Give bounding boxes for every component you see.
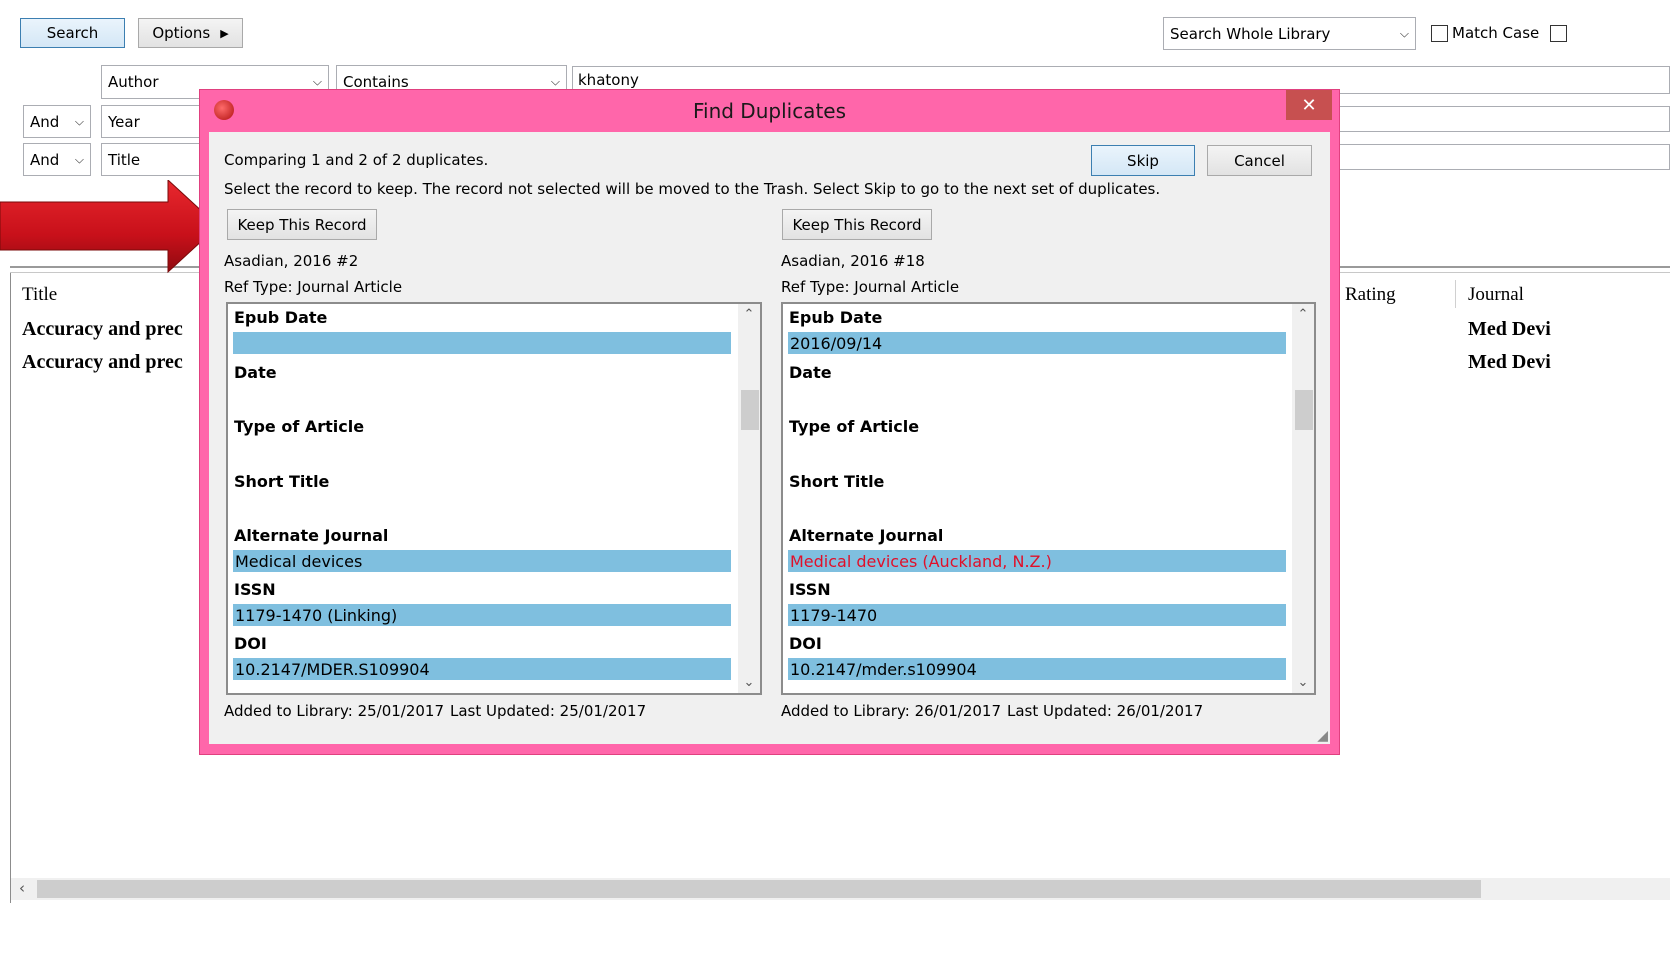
column-header-title[interactable]: Title [22,284,57,306]
column-divider [1455,280,1456,308]
connector-row2-value: And [30,112,60,131]
field-value-alternate-journal: Medical devices [233,550,731,572]
skip-button[interactable]: Skip [1091,145,1195,176]
cancel-button[interactable]: Cancel [1207,145,1312,176]
field-value-doi: 10.2147/mder.s109904 [788,658,1286,680]
chevron-down-icon: ⌵ [74,152,84,166]
options-button[interactable]: Options ▶ [138,18,243,48]
cancel-button-label: Cancel [1234,151,1285,170]
row-title: Accuracy and prec [22,351,183,373]
horizontal-scrollbar[interactable]: ‹ [11,878,1670,900]
field-label-alternate-journal: Alternate Journal [234,526,389,545]
scroll-left-icon[interactable]: ‹ [19,879,25,897]
close-icon[interactable]: ✕ [1286,90,1332,120]
triangle-right-icon: ▶ [220,26,229,40]
field-label-short-title: Short Title [789,472,885,491]
field-select-row2-value: Year [108,112,140,131]
resize-grip-icon[interactable]: ◢ [1317,728,1328,744]
search-value-row1-text: khatony [578,71,639,89]
scroll-up-icon[interactable]: ⌃ [738,307,760,322]
column-header-rating[interactable]: Rating [1345,284,1396,306]
connector-select-row2[interactable]: And ⌵ [23,105,91,138]
field-label-epub-date: Epub Date [234,308,328,327]
search-scope-select[interactable]: Search Whole Library ⌵ [1163,17,1416,50]
dialog-body: Comparing 1 and 2 of 2 duplicates. Selec… [209,132,1330,744]
field-label-alternate-journal: Alternate Journal [789,526,944,545]
field-select-row1-value: Author [108,73,159,91]
scroll-up-icon[interactable]: ⌃ [1292,307,1314,322]
search-button-label: Search [46,24,99,42]
table-row-journal[interactable]: Med Devi [1468,318,1670,341]
field-label-issn: ISSN [789,580,831,599]
keep-right-record-button[interactable]: Keep This Record [782,209,932,240]
table-row-journal[interactable]: Med Devi [1468,351,1670,374]
right-added-date: Added to Library: 26/01/2017 [781,702,1002,720]
field-label-short-title: Short Title [234,472,330,491]
field-label-issn: ISSN [234,580,276,599]
skip-button-label: Skip [1127,151,1159,170]
field-value-issn: 1179-1470 (Linking) [233,604,731,626]
connector-select-row3[interactable]: And ⌵ [23,143,91,176]
field-label-doi: DOI [234,634,267,653]
instruction-text: Select the record to keep. The record no… [224,180,1161,198]
dialog-title: Find Duplicates [692,99,847,123]
field-value-issn: 1179-1470 [788,604,1286,626]
scroll-down-icon[interactable]: ⌄ [738,675,760,690]
table-row[interactable]: Accuracy and prec [22,318,202,341]
left-scrollbar-thumb[interactable] [741,390,759,430]
left-record-pane[interactable]: Epub Date Date Type of Article Short Tit… [226,302,762,695]
comparing-text: Comparing 1 and 2 of 2 duplicates. [224,151,489,169]
right-record-pane[interactable]: Epub Date 2016/09/14 Date Type of Articl… [781,302,1316,695]
field-value-alternate-journal: Medical devices (Auckland, N.Z.) [788,550,1286,572]
field-label-doi: DOI [789,634,822,653]
right-vertical-scrollbar[interactable]: ⌃ ⌄ [1292,304,1314,693]
field-value-epub-date: 2016/09/14 [788,332,1286,354]
field-label-date: Date [789,363,832,382]
list-left-border [10,273,11,903]
field-value-epub-date [233,332,731,354]
chevron-down-icon: ⌵ [1399,26,1409,40]
options-button-label: Options [152,24,211,42]
scroll-down-icon[interactable]: ⌄ [1292,675,1314,690]
column-header-journal[interactable]: Journal [1468,284,1524,306]
find-duplicates-dialog: Find Duplicates ✕ Comparing 1 and 2 of 2… [199,89,1340,755]
chevron-down-icon: ⌵ [550,74,560,89]
search-value-row2[interactable] [1335,106,1670,132]
field-label-epub-date: Epub Date [789,308,883,327]
field-label-type-of-article: Type of Article [789,417,920,436]
keep-left-record-button[interactable]: Keep This Record [227,209,377,240]
chevron-down-icon: ⌵ [74,114,84,128]
red-arrow-icon [0,180,219,274]
keep-right-label: Keep This Record [792,215,922,234]
field-value-doi: 10.2147/MDER.S109904 [233,658,731,680]
right-ref-label: Asadian, 2016 #18 [781,252,925,270]
right-scrollbar-thumb[interactable] [1295,390,1313,430]
left-ref-label: Asadian, 2016 #2 [224,252,359,270]
left-vertical-scrollbar[interactable]: ⌃ ⌄ [738,304,760,693]
row-journal: Med Devi [1468,351,1551,373]
field-label-type-of-article: Type of Article [234,417,365,436]
row-journal: Med Devi [1468,318,1551,340]
row-title: Accuracy and prec [22,318,183,340]
search-value-row3[interactable] [1335,144,1670,170]
keep-left-label: Keep This Record [237,215,367,234]
match-case-label: Match Case [1452,24,1540,42]
right-updated-date: Last Updated: 26/01/2017 [1007,702,1204,720]
extra-checkbox[interactable] [1550,25,1567,42]
table-row[interactable]: Accuracy and prec [22,351,202,374]
field-select-row3-value: Title [108,150,141,169]
scrollbar-thumb[interactable] [37,880,1481,898]
connector-row3-value: And [30,150,60,169]
right-ref-type: Ref Type: Journal Article [781,278,960,296]
search-button[interactable]: Search [20,18,125,48]
chevron-down-icon: ⌵ [312,74,322,89]
search-scope-value: Search Whole Library [1170,24,1331,43]
left-added-date: Added to Library: 25/01/2017 [224,702,445,720]
left-ref-type: Ref Type: Journal Article [224,278,403,296]
left-updated-date: Last Updated: 25/01/2017 [450,702,647,720]
match-case-checkbox[interactable] [1431,25,1448,42]
field-label-date: Date [234,363,277,382]
